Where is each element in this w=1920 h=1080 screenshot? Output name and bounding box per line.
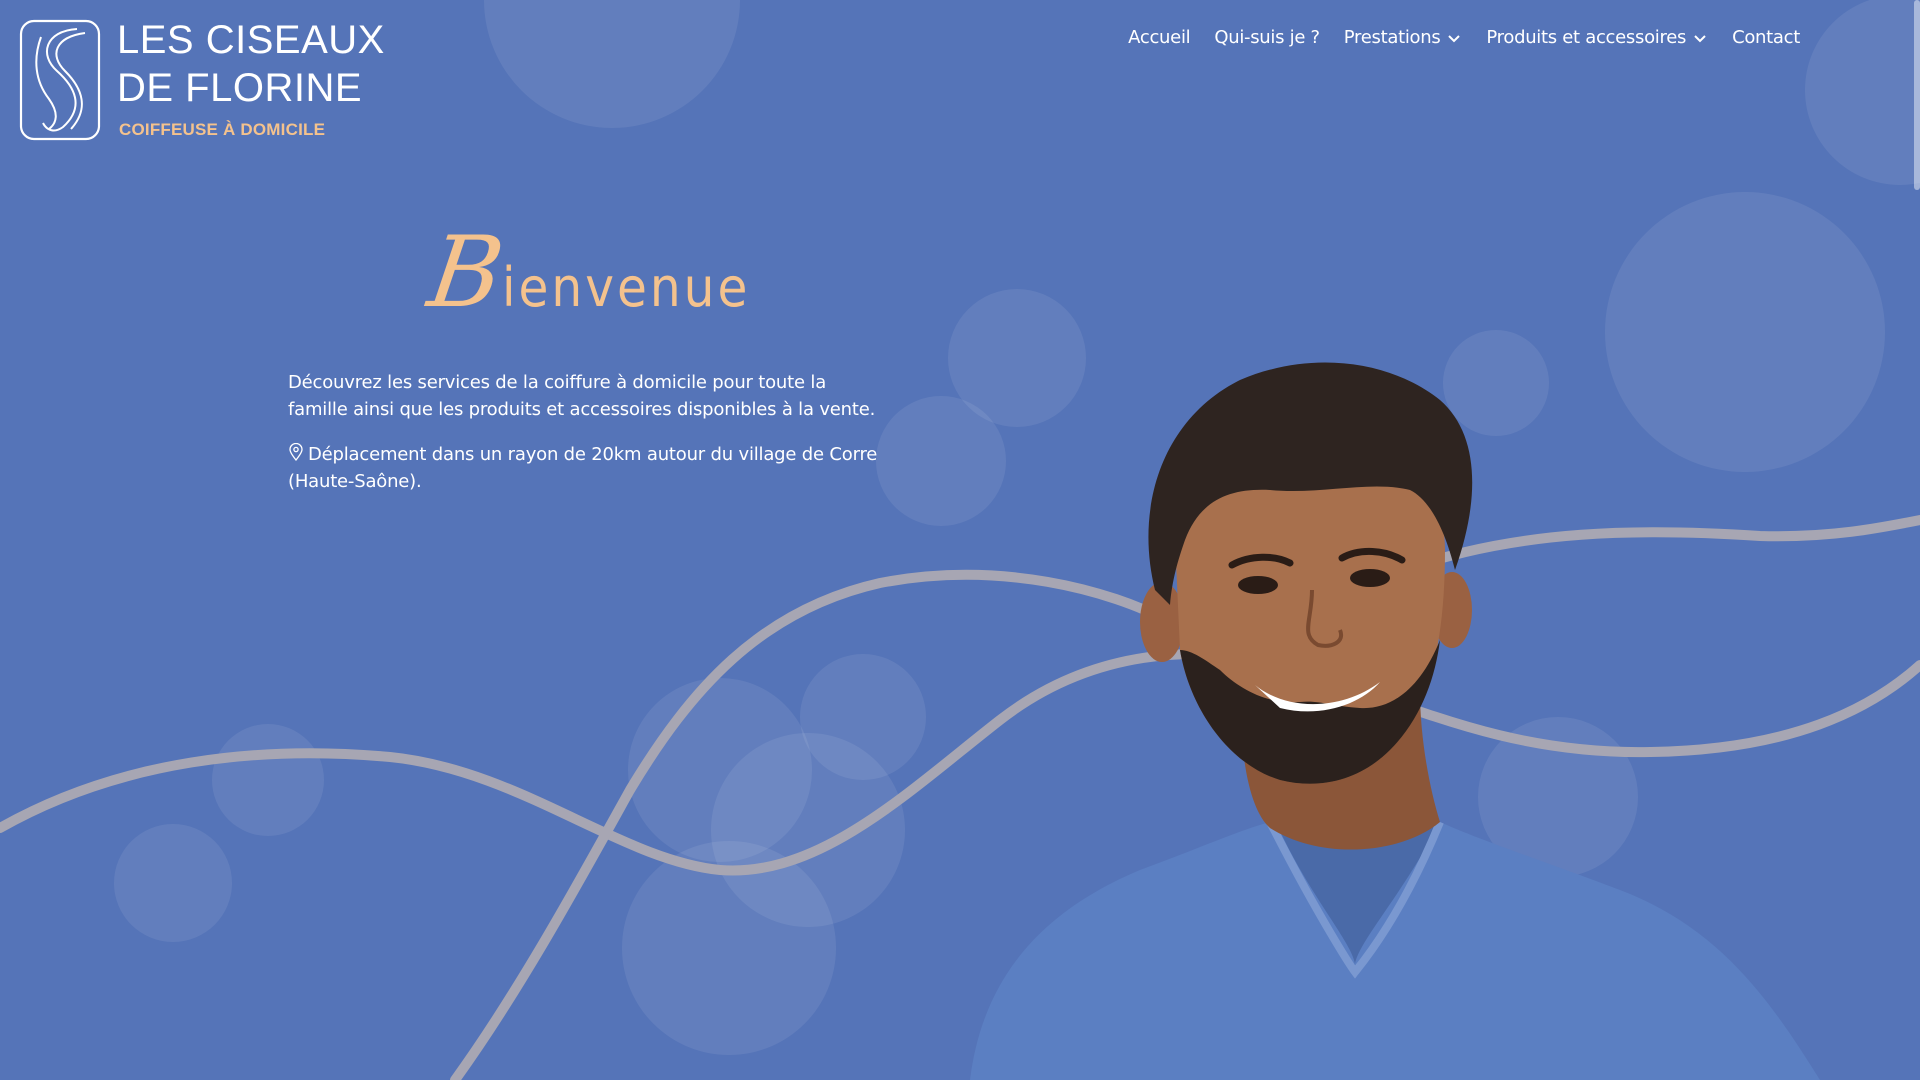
logo-tagline: COIFFEUSE À DOMICILE bbox=[119, 120, 326, 139]
nav-item-contact[interactable]: Contact bbox=[1732, 27, 1800, 48]
nav-item-prestations[interactable]: Prestations bbox=[1344, 27, 1463, 48]
hero-description: Découvrez les services de la coiffure à … bbox=[288, 369, 888, 513]
hero-title-initial: B bbox=[421, 216, 511, 330]
scissors-logo-icon bbox=[19, 19, 101, 141]
hero-intro-text: Découvrez les services de la coiffure à … bbox=[288, 372, 876, 420]
hero-title: Bienvenue bbox=[422, 216, 751, 330]
main-navigation: Accueil Qui-suis je ? Prestations Produi… bbox=[1128, 27, 1800, 48]
hero-location-line: Déplacement dans un rayon de 20km autour… bbox=[288, 441, 888, 495]
nav-item-label: Prestations bbox=[1343, 27, 1441, 48]
site-logo[interactable]: LES CISEAUX DE FLORINE COIFFEUSE À DOMIC… bbox=[19, 19, 419, 144]
logo-title-line1: LES CISEAUX bbox=[117, 18, 385, 62]
nav-item-label: Qui-suis je ? bbox=[1214, 27, 1320, 48]
nav-item-qui-suis-je[interactable]: Qui-suis je ? bbox=[1214, 27, 1320, 48]
hero-portrait-image bbox=[970, 362, 1820, 1080]
nav-item-label: Accueil bbox=[1128, 27, 1191, 48]
chevron-down-icon bbox=[1694, 34, 1706, 42]
nav-item-label: Contact bbox=[1732, 27, 1800, 48]
hero-location-text: Déplacement dans un rayon de 20km autour… bbox=[288, 444, 878, 492]
chevron-down-icon bbox=[1448, 34, 1461, 42]
page-scrollbar[interactable] bbox=[1914, 0, 1920, 190]
nav-item-accueil[interactable]: Accueil bbox=[1128, 27, 1190, 48]
map-pin-icon bbox=[289, 443, 303, 461]
nav-item-label: Produits et accessoires bbox=[1486, 27, 1687, 48]
hero-title-rest: ienvenue bbox=[502, 256, 751, 319]
nav-item-produits[interactable]: Produits et accessoires bbox=[1486, 27, 1708, 48]
logo-title-line2: DE FLORINE bbox=[117, 66, 363, 110]
